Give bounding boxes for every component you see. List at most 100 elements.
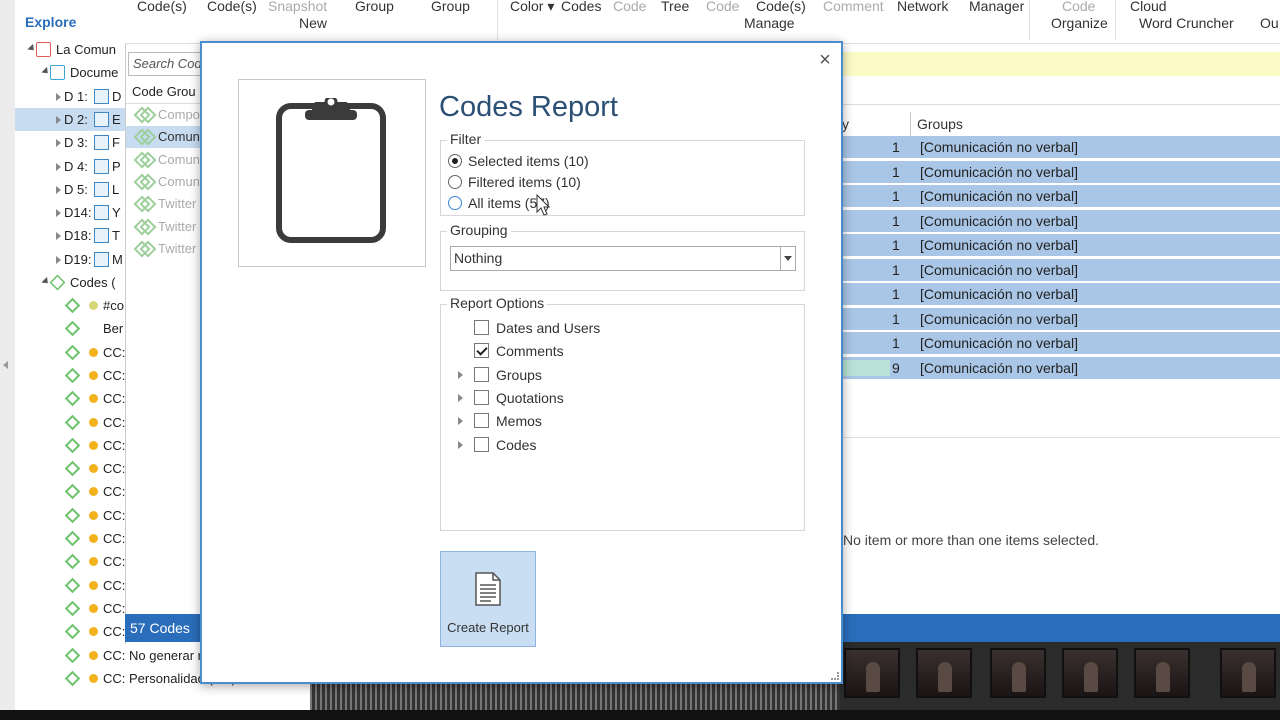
report-option[interactable]: Memos — [458, 411, 758, 431]
ribbon-label[interactable]: New — [299, 15, 327, 31]
ribbon-label[interactable]: Codes — [561, 0, 601, 14]
video-frame-thumbnail[interactable] — [990, 648, 1046, 698]
checkbox[interactable] — [474, 320, 489, 335]
checkbox[interactable] — [474, 413, 489, 429]
table-row[interactable]: 1 [Comunicación no verbal] — [840, 160, 1280, 183]
video-frame-thumbnail[interactable] — [916, 648, 972, 698]
ribbon-label[interactable]: Word Cruncher — [1139, 15, 1234, 31]
video-filmstrip[interactable] — [840, 642, 1280, 710]
filter-option[interactable]: Filtered items (10) — [448, 172, 748, 192]
ribbon-label[interactable]: Code(s) — [207, 0, 257, 14]
filter-option[interactable]: All items (57) — [448, 193, 748, 213]
code-group-row[interactable]: Twitter — [126, 216, 206, 238]
ribbon-label[interactable]: Color ▾ — [510, 0, 554, 15]
ribbon-label[interactable]: Code — [1062, 0, 1095, 14]
resize-grip-icon[interactable] — [831, 672, 839, 680]
collapse-arrow-icon[interactable] — [3, 361, 8, 369]
explore-tree-item[interactable]: D 1: D — [15, 85, 125, 108]
explore-collapse-gutter[interactable] — [0, 0, 15, 710]
explore-tree-item[interactable]: D19: M — [15, 248, 125, 271]
filter-option[interactable]: Selected items (10) — [448, 151, 748, 171]
column-header-groups[interactable]: Groups — [917, 112, 963, 136]
ribbon-label[interactable]: Snapshot — [268, 0, 327, 14]
collapsed-arrow-icon[interactable] — [56, 92, 61, 101]
ribbon-label[interactable]: Ou — [1260, 15, 1279, 31]
expand-arrow-icon[interactable] — [458, 440, 463, 449]
report-option[interactable]: Groups — [458, 365, 758, 385]
checkbox[interactable] — [474, 436, 489, 452]
ribbon-label[interactable]: Network — [897, 0, 948, 14]
collapsed-arrow-icon[interactable] — [56, 115, 61, 124]
explore-tree-item[interactable]: D 2: E — [15, 107, 125, 131]
ribbon-label[interactable]: Tree — [661, 0, 689, 14]
expand-arrow-icon[interactable] — [458, 393, 463, 402]
ribbon-label[interactable]: Code — [613, 0, 646, 14]
table-row[interactable]: 1 [Comunicación no verbal] — [840, 136, 1280, 158]
explore-tree-item[interactable]: Docume — [15, 61, 125, 84]
ribbon-label[interactable]: Group — [355, 0, 394, 14]
collapsed-arrow-icon[interactable] — [56, 139, 61, 148]
close-icon[interactable]: × — [816, 50, 834, 70]
collapsed-arrow-icon[interactable] — [56, 209, 61, 218]
explore-tree-item[interactable]: Codes ( — [15, 271, 125, 294]
collapsed-arrow-icon[interactable] — [56, 185, 61, 194]
video-frame-thumbnail[interactable] — [844, 648, 900, 698]
table-row[interactable]: 1 [Comunicación no verbal] — [840, 234, 1280, 256]
explore-tree-item[interactable]: D14: Y — [15, 201, 125, 224]
radio-button[interactable] — [448, 154, 462, 168]
ribbon-label[interactable]: Cloud — [1130, 0, 1167, 14]
table-row[interactable]: 1 [Comunicación no verbal] — [840, 209, 1280, 232]
checkbox[interactable] — [474, 389, 489, 405]
code-groups-header[interactable]: Code Grou — [126, 82, 206, 104]
report-option[interactable]: Codes — [458, 435, 758, 455]
search-codes-input[interactable]: Search Cod — [128, 52, 204, 76]
report-option[interactable]: Dates and Users — [458, 318, 758, 338]
radio-button[interactable] — [448, 196, 462, 210]
ribbon-label[interactable]: Code(s) — [137, 0, 187, 14]
video-frame-thumbnail[interactable] — [1062, 648, 1118, 698]
explore-tree-item[interactable]: D 3: F — [15, 131, 125, 154]
ribbon-label[interactable]: Code — [706, 0, 739, 14]
expand-arrow-icon[interactable] — [458, 417, 463, 426]
ribbon-label[interactable]: Organize — [1051, 15, 1108, 31]
collapsed-arrow-icon[interactable] — [56, 232, 61, 241]
explore-tree-item[interactable]: D18: T — [15, 224, 125, 247]
code-group-row[interactable]: Twitter — [126, 193, 206, 215]
ribbon-label[interactable]: Code(s) — [756, 0, 806, 14]
explore-tree-item[interactable]: D 5: L — [15, 178, 125, 201]
grouping-select[interactable]: Nothing — [450, 246, 796, 271]
table-row[interactable]: 1 [Comunicación no verbal] — [840, 307, 1280, 330]
expand-arrow-icon[interactable] — [458, 370, 463, 379]
ribbon-label[interactable]: Manage — [744, 15, 795, 31]
report-option[interactable]: Comments — [458, 341, 758, 361]
table-row[interactable]: 1 [Comunicación no verbal] — [840, 283, 1280, 305]
collapsed-arrow-icon[interactable] — [56, 162, 61, 171]
speaker-figure — [1084, 662, 1098, 692]
checkbox[interactable] — [474, 343, 489, 359]
code-group-row[interactable]: Comun — [126, 126, 206, 149]
table-row[interactable]: 1 [Comunicación no verbal] — [840, 332, 1280, 354]
radio-button[interactable] — [448, 175, 462, 189]
chevron-down-icon[interactable] — [780, 247, 795, 270]
report-option[interactable]: Quotations — [458, 388, 758, 408]
column-separator[interactable] — [910, 112, 911, 136]
table-row[interactable]: 1 [Comunicación no verbal] — [840, 258, 1280, 281]
checkbox[interactable] — [474, 366, 489, 382]
code-group-row[interactable]: Compo — [126, 104, 206, 126]
code-group-row[interactable]: Comun — [126, 149, 206, 171]
code-group-row[interactable]: Twitter — [126, 238, 206, 260]
table-row[interactable]: 1 [Comunicación no verbal] — [840, 185, 1280, 207]
explore-tree-item[interactable]: D 4: P — [15, 155, 125, 178]
code-group-row[interactable]: Comun — [126, 171, 206, 193]
explore-tree-item[interactable]: La Comun — [15, 38, 125, 61]
create-report-button[interactable]: Create Report — [440, 551, 536, 647]
video-frame-thumbnail[interactable] — [1134, 648, 1190, 698]
audio-waveform[interactable] — [310, 682, 840, 710]
ribbon-label[interactable]: Group — [431, 0, 470, 14]
collapsed-arrow-icon[interactable] — [56, 255, 61, 264]
video-frame-thumbnail[interactable] — [1220, 648, 1276, 698]
ribbon-label[interactable]: Manager — [969, 0, 1024, 14]
ribbon-label[interactable]: Comment — [823, 0, 884, 14]
table-row[interactable]: 9 [Comunicación no verbal] — [840, 356, 1280, 379]
column-header-partial[interactable]: y — [842, 112, 849, 136]
